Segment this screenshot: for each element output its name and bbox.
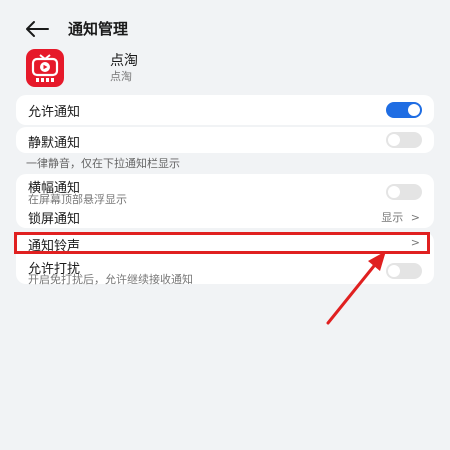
- header: 通知管理: [0, 14, 450, 44]
- banner-notifications-toggle[interactable]: [386, 184, 422, 200]
- annotation-arrow-icon: [326, 251, 386, 325]
- lockscreen-notifications-row[interactable]: 锁屏通知 显示 >: [16, 205, 434, 227]
- silent-notifications-row[interactable]: 静默通知: [16, 127, 434, 153]
- banner-notifications-row[interactable]: 横幅通知 在屏幕顶部悬浮显示: [16, 174, 434, 206]
- app-name: 点淘: [110, 53, 138, 69]
- allow-notifications-toggle[interactable]: [386, 102, 422, 118]
- allow-notifications-label: 允许通知: [28, 105, 81, 120]
- lockscreen-value-text: 显示: [381, 211, 404, 224]
- display-settings-card: 横幅通知 在屏幕顶部悬浮显示 锁屏通知 显示 >: [16, 174, 434, 228]
- tv-logo-icon: [31, 54, 59, 82]
- app-icon: [26, 49, 64, 87]
- app-info: 点淘 点淘: [0, 45, 450, 93]
- silent-notifications-card: 静默通知: [16, 127, 434, 153]
- allow-notifications-row[interactable]: 允许通知: [16, 95, 434, 125]
- page-title: 通知管理: [68, 20, 129, 38]
- silent-notifications-label: 静默通知: [28, 136, 81, 151]
- app-subtitle: 点淘: [110, 70, 132, 83]
- lockscreen-notifications-label: 锁屏通知: [28, 212, 81, 227]
- allow-disturb-sublabel: 开启免打扰后，允许继续接收通知: [28, 273, 193, 286]
- silent-notifications-hint: 一律静音，仅在下拉通知栏显示: [26, 157, 180, 170]
- silent-notifications-toggle[interactable]: [386, 132, 422, 148]
- chevron-right-icon: >: [410, 211, 420, 224]
- lockscreen-notifications-value: 显示 >: [381, 209, 420, 225]
- allow-notifications-card: 允许通知: [16, 95, 434, 125]
- back-arrow-icon[interactable]: [24, 20, 50, 38]
